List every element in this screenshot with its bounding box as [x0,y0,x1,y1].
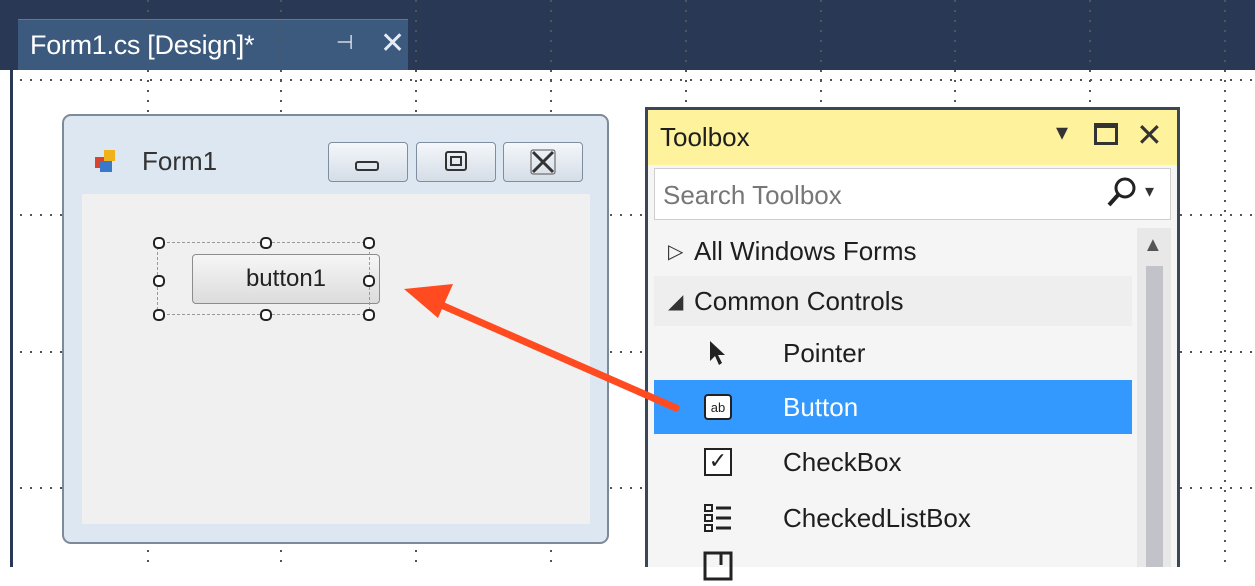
selection-frame [157,242,370,315]
toolbox-search[interactable]: ▾ [654,168,1171,220]
resize-handle-e[interactable] [363,275,375,287]
scroll-up-icon[interactable]: ▲ [1143,234,1163,257]
form1-window[interactable]: Form1 button1 [62,114,609,544]
group-label: Common Controls [694,285,904,316]
resize-handle-n[interactable] [260,237,272,249]
pointer-arrow-icon [700,335,736,371]
toolbox-item-partial[interactable] [654,546,1132,586]
toolbox-panel[interactable]: Toolbox ▾ ✕ ▾ ▷ All Windows Forms ◢ Comm… [645,107,1180,581]
minimize-button[interactable] [328,142,408,182]
checked-listbox-icon [700,500,736,536]
group-common-controls[interactable]: ◢ Common Controls [654,276,1132,326]
close-icon[interactable]: ✕ [1136,116,1163,154]
item-label: CheckBox [783,446,902,477]
resize-handle-nw[interactable] [153,237,165,249]
item-label: CheckedListBox [783,502,971,533]
resize-handle-w[interactable] [153,275,165,287]
button-control-icon: ab [700,389,736,425]
minimize-icon [355,161,379,171]
search-options-icon[interactable]: ▾ [1145,181,1154,202]
partial-item-icon [700,548,736,584]
maximize-button[interactable] [416,142,496,182]
toolbox-item-checkedlistbox[interactable]: CheckedListBox [654,490,1132,546]
dropdown-arrow-icon[interactable]: ▾ [1056,118,1068,147]
form-caption: Form1 [142,146,218,176]
toolbox-list: ▷ All Windows Forms ◢ Common Controls Po… [654,226,1132,586]
resize-handle-ne[interactable] [363,237,375,249]
search-input[interactable] [661,175,1085,215]
resize-handle-se[interactable] [363,309,375,321]
form-app-icon [95,150,115,172]
close-icon [530,149,556,175]
item-label: Pointer [783,337,866,368]
close-form-button[interactable] [503,142,583,182]
checkbox-icon: ✓ [700,444,736,480]
maximize-icon [445,151,467,171]
toolbox-item-button[interactable]: ab Button [654,380,1132,434]
toolbox-header: Toolbox ▾ ✕ [648,110,1177,165]
group-all-windows-forms[interactable]: ▷ All Windows Forms [654,226,1132,276]
search-icon[interactable] [1105,175,1139,211]
toolbox-item-checkbox[interactable]: ✓ CheckBox [654,434,1132,490]
scrollbar-thumb[interactable] [1146,266,1163,567]
item-label: Button [783,391,859,422]
expanded-triangle-icon: ◢ [668,290,684,313]
toolbox-item-pointer[interactable]: Pointer [654,326,1132,380]
collapsed-triangle-icon: ▷ [668,240,684,263]
resize-handle-s[interactable] [260,309,272,321]
group-label: All Windows Forms [694,235,917,266]
resize-handle-sw[interactable] [153,309,165,321]
maximize-icon[interactable] [1094,123,1118,145]
toolbox-scrollbar[interactable]: ▲ [1137,228,1171,567]
toolbox-title: Toolbox [660,122,750,152]
